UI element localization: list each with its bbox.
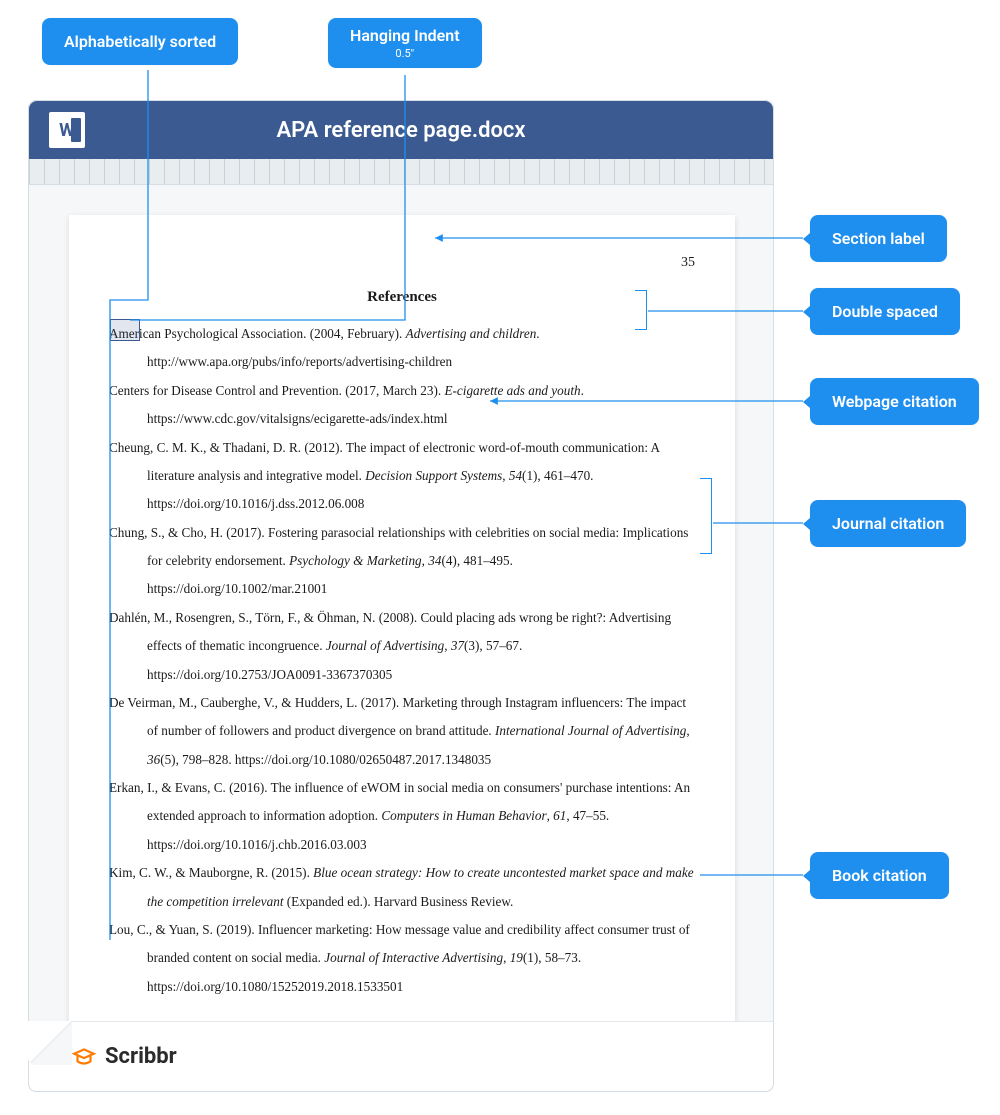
reference-entry: Erkan, I., & Evans, C. (2016). The influ… [109,774,695,859]
brand-icon [71,1044,97,1070]
badge-section-label: Section label [810,215,947,262]
badge-hanging-indent: Hanging Indent 0.5" [328,18,482,68]
reference-entry: Lou, C., & Yuan, S. (2019). Influencer m… [109,916,695,1001]
document-page: 35 References American Psychological Ass… [69,215,735,1057]
badge-book-citation: Book citation [810,852,949,899]
footer: Scribbr [29,1021,773,1091]
page-number: 35 [109,255,695,271]
document-titlebar: APA reference page.docx [29,101,773,159]
reference-entry: Dahlén, M., Rosengren, S., Törn, F., & Ö… [109,604,695,689]
badge-hanging-label: Hanging Indent [350,26,460,45]
brand: Scribbr [71,1044,177,1070]
document-window: APA reference page.docx 35 References Am… [28,100,774,1092]
badge-alpha-sorted: Alphabetically sorted [42,18,238,65]
bracket-journal [700,478,712,554]
reference-entry: Centers for Disease Control and Preventi… [109,377,695,434]
reference-entry: Cheung, C. M. K., & Thadani, D. R. (2012… [109,434,695,519]
reference-entry: American Psychological Association. (200… [109,320,695,377]
badge-webpage-citation: Webpage citation [810,378,979,425]
ruler [29,159,773,185]
indent-highlight [110,319,140,341]
badge-journal-citation: Journal citation [810,500,966,547]
badge-hanging-sub: 0.5" [350,47,460,60]
bracket-double-spaced [635,290,647,330]
references-heading: References [109,289,695,306]
reference-entry: De Veirman, M., Cauberghe, V., & Hudders… [109,689,695,774]
document-title: APA reference page.docx [29,118,773,143]
references-list: American Psychological Association. (200… [109,320,695,1001]
brand-name: Scribbr [105,1044,177,1069]
reference-entry: Chung, S., & Cho, H. (2017). Fostering p… [109,519,695,604]
badge-double-spaced: Double spaced [810,288,960,335]
reference-entry: Kim, C. W., & Mauborgne, R. (2015). Blue… [109,859,695,916]
